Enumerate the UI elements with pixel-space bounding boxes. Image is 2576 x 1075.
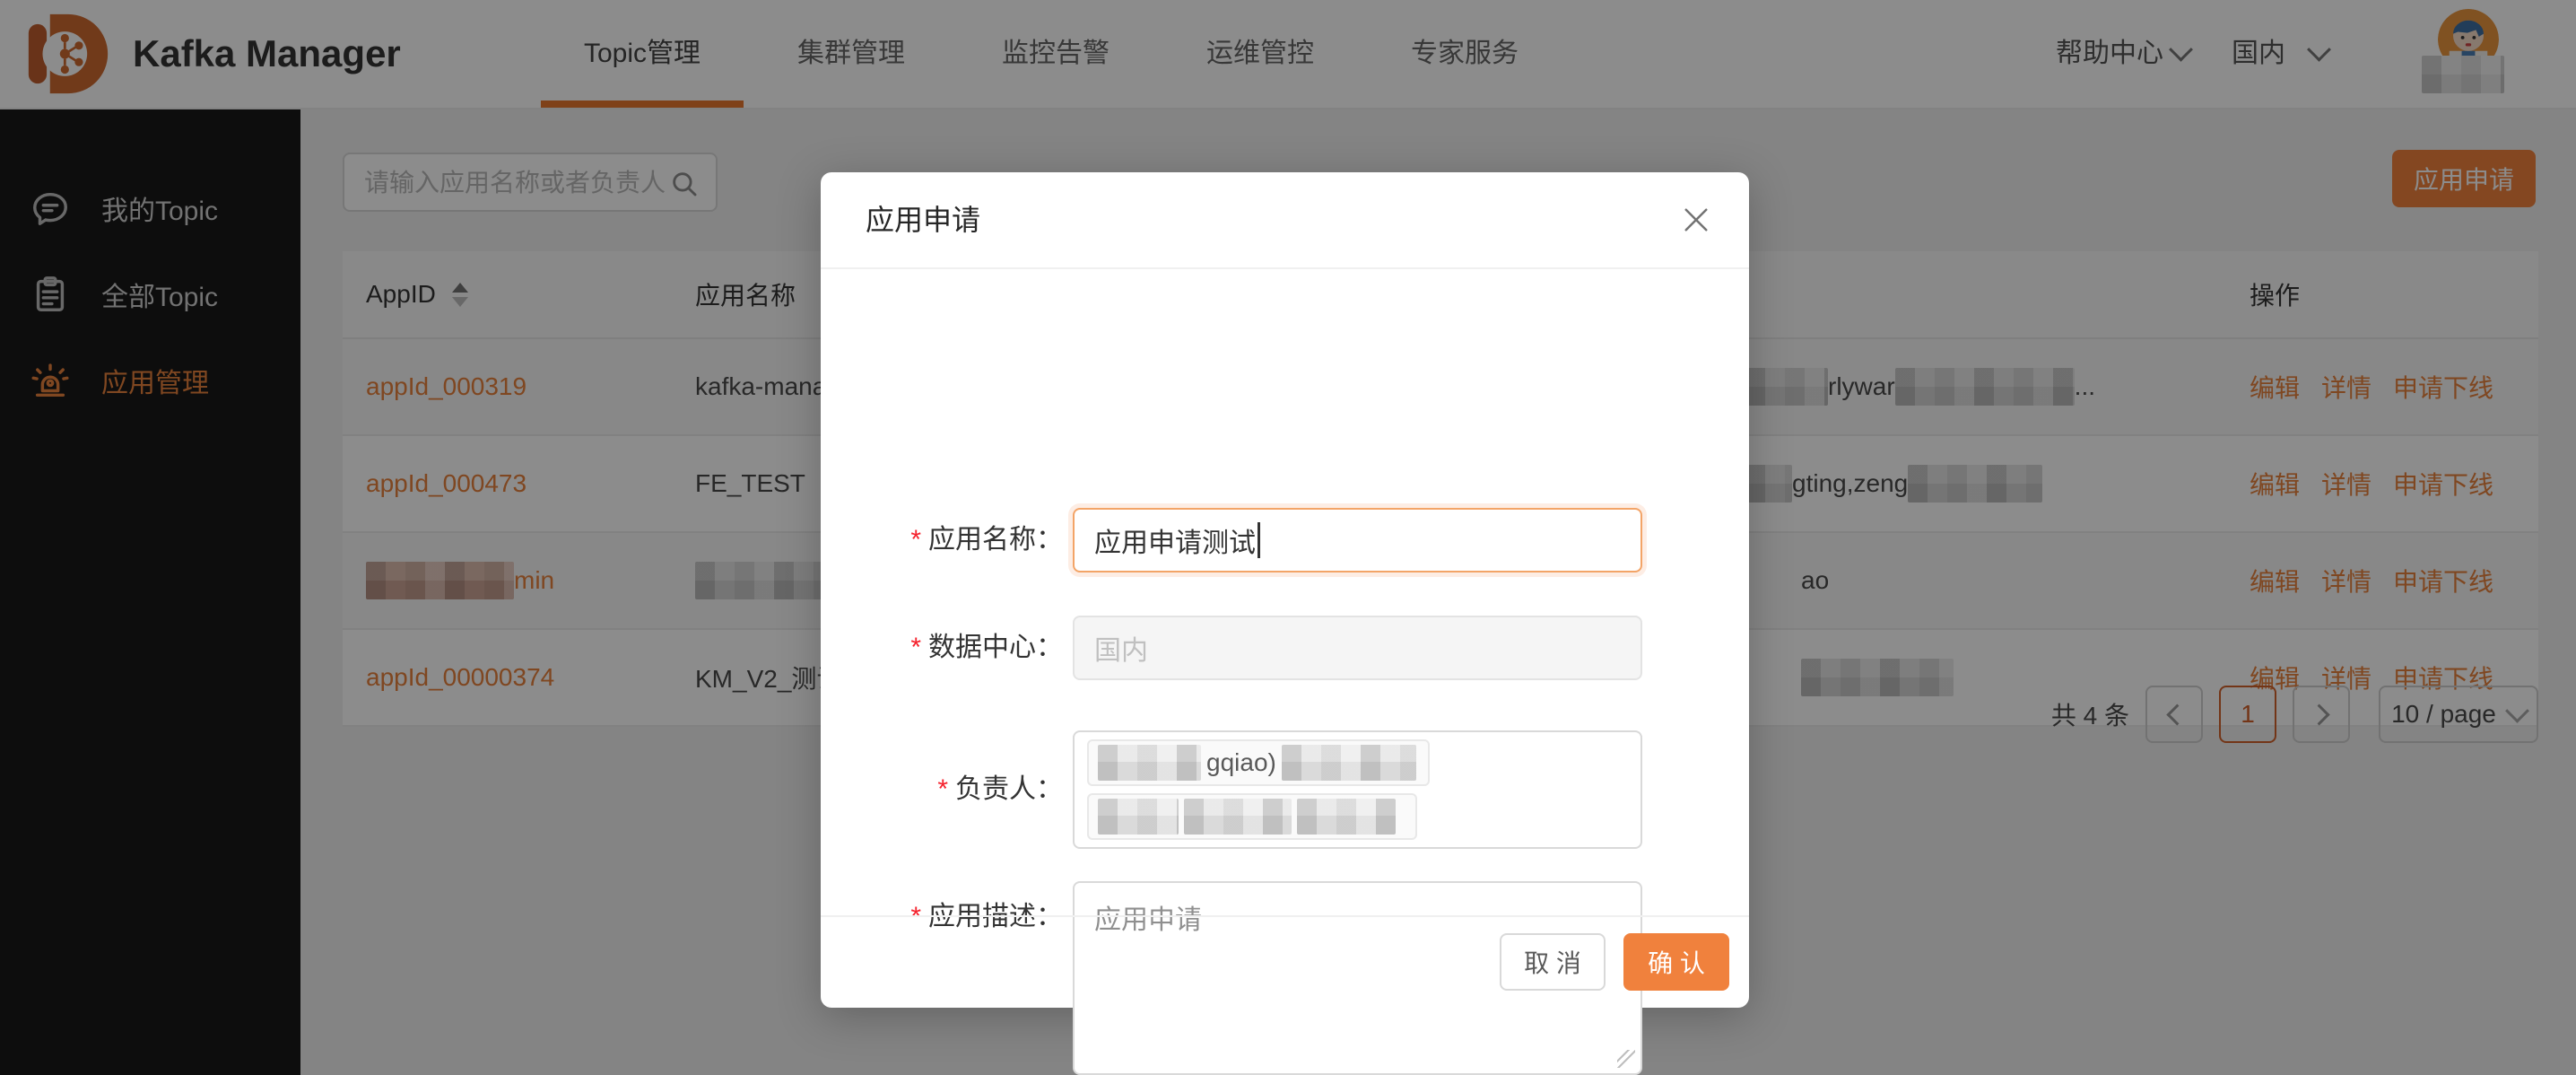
required-asterisk: * xyxy=(910,525,921,555)
text-cursor xyxy=(1258,522,1260,558)
app-name-input[interactable]: 应用申请测试 xyxy=(1073,508,1642,572)
modal-title: 应用申请 xyxy=(866,172,980,267)
data-center-input: 国内 xyxy=(1073,616,1642,680)
form-row-data-center: *数据中心： 国内 xyxy=(821,616,1749,680)
form-row-app-name: *应用名称： 应用申请测试 xyxy=(821,508,1749,572)
close-icon[interactable] xyxy=(1683,206,1710,233)
cancel-button[interactable]: 取 消 xyxy=(1500,933,1606,991)
data-center-label: *数据中心： xyxy=(830,616,1063,680)
resize-handle-icon[interactable] xyxy=(1617,1050,1635,1068)
app-apply-modal: 应用申请 *应用名称： 应用申请测试 *数据中心： 国内 *负责人： gqiao… xyxy=(821,172,1749,1008)
modal-footer: 取 消 确 认 xyxy=(821,915,1749,1008)
app-name-label: *应用名称： xyxy=(830,508,1063,572)
form-row-description: *应用描述： 应用申请 xyxy=(821,709,1749,903)
modal-header: 应用申请 xyxy=(821,172,1749,269)
required-asterisk: * xyxy=(910,633,921,662)
confirm-button[interactable]: 确 认 xyxy=(1623,933,1729,991)
